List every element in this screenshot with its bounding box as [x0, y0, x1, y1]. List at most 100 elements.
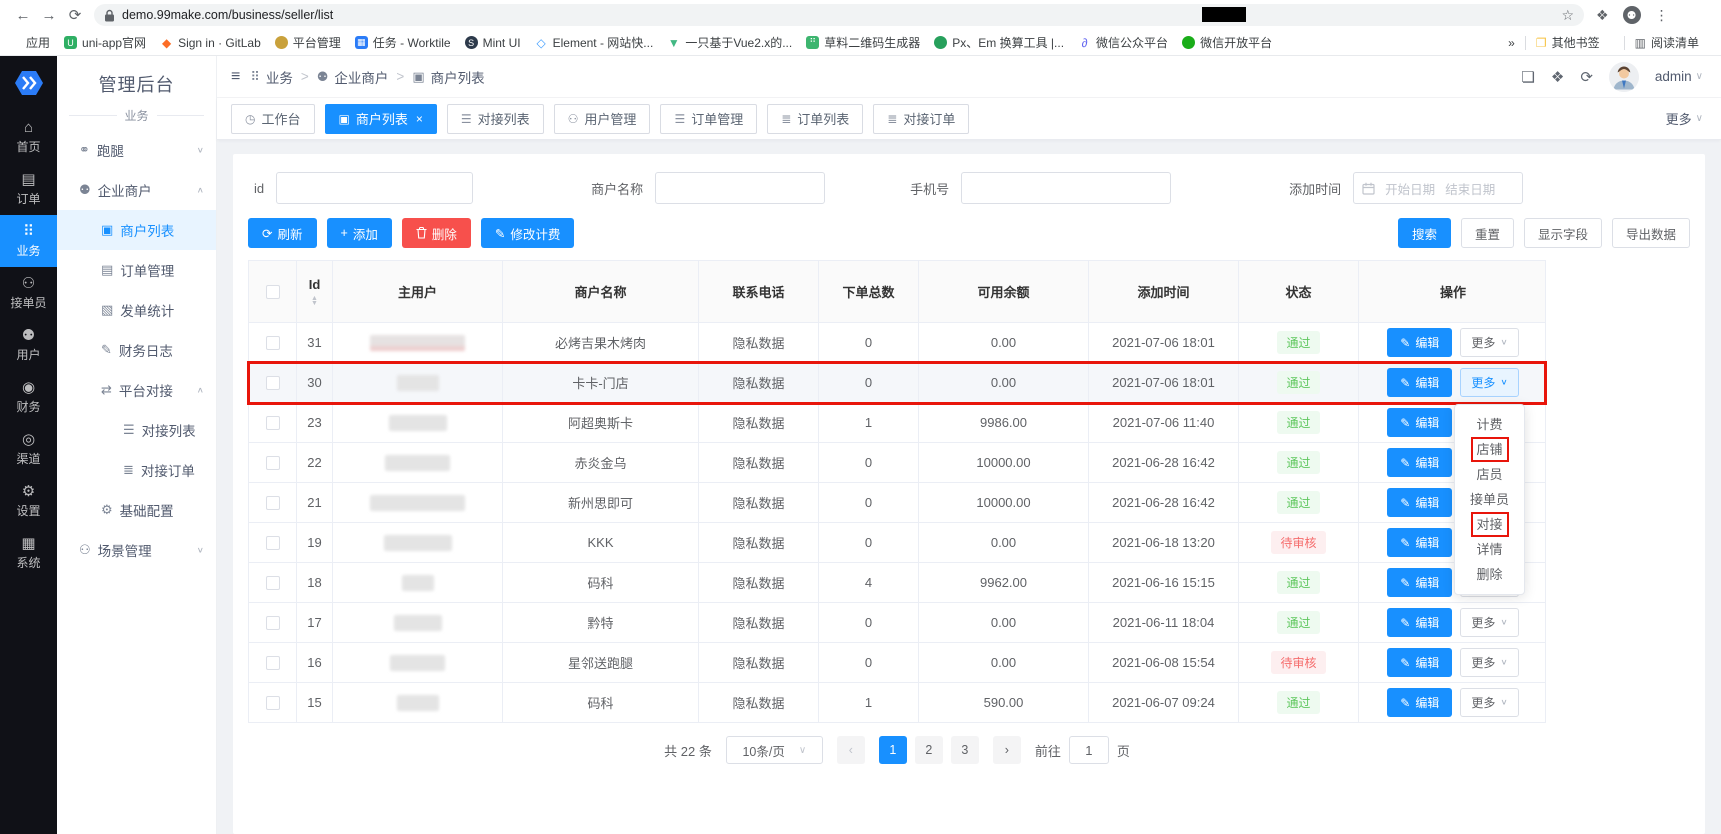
row-checkbox[interactable] — [266, 616, 280, 630]
dropdown-item-对接[interactable]: 对接 — [1455, 512, 1524, 537]
forward-icon[interactable]: → — [36, 7, 62, 24]
sidebar-item-财务日志[interactable]: ✎财务日志 — [57, 330, 216, 370]
row-checkbox[interactable] — [266, 656, 280, 670]
sort-icon[interactable]: ▲▼ — [311, 296, 318, 306]
fullscreen-icon[interactable]: ❏ — [1521, 68, 1534, 86]
bookmark-star-icon[interactable]: ☆ — [1561, 7, 1574, 24]
rail-item-业务[interactable]: ⠿业务 — [0, 215, 57, 267]
row-more-button[interactable]: 更多∨ — [1460, 648, 1518, 677]
row-more-button[interactable]: 更多∨ — [1460, 328, 1518, 357]
bookmark-item[interactable]: ⠛草料二维码生成器 — [806, 34, 920, 51]
bookmark-item[interactable]: ▼一只基于Vue2.x的... — [667, 34, 792, 51]
id-filter-input[interactable] — [276, 172, 473, 204]
dropdown-item-接单员[interactable]: 接单员 — [1455, 487, 1524, 512]
other-bookmarks[interactable]: ❐ 其他书签 — [1536, 34, 1600, 51]
dropdown-item-店铺[interactable]: 店铺 — [1455, 437, 1524, 462]
rail-item-用户[interactable]: ⚉用户 — [0, 319, 57, 371]
show-fields-button[interactable]: 显示字段 — [1524, 218, 1602, 248]
row-edit-button[interactable]: ✎编辑 — [1387, 408, 1452, 437]
row-more-button-open[interactable]: 更多∨ — [1460, 368, 1518, 397]
row-checkbox[interactable] — [266, 456, 280, 470]
tab-用户管理[interactable]: ⚇用户管理 — [554, 104, 651, 134]
sidebar-item-对接订单[interactable]: ≣对接订单 — [57, 450, 216, 490]
bookmark-item[interactable]: 微信开放平台 — [1182, 34, 1272, 51]
page-button-1[interactable]: 1 — [879, 736, 907, 764]
dropdown-item-计费[interactable]: 计费 — [1455, 412, 1524, 437]
bookmark-item[interactable]: ◇Element - 网站快... — [535, 34, 654, 51]
dropdown-item-店员[interactable]: 店员 — [1455, 462, 1524, 487]
goto-page-input[interactable] — [1069, 736, 1109, 764]
back-icon[interactable]: ← — [10, 7, 36, 24]
breadcrumb-item[interactable]: ▣商户列表 — [412, 67, 484, 87]
rail-item-系统[interactable]: ▦系统 — [0, 527, 57, 579]
url-bar[interactable]: demo.99make.com/business/seller/list ☆ — [94, 4, 1584, 26]
select-all-checkbox[interactable] — [266, 285, 280, 299]
phone-filter-input[interactable] — [961, 172, 1171, 204]
rail-item-财务[interactable]: ◉财务 — [0, 371, 57, 423]
reset-button[interactable]: 重置 — [1461, 218, 1514, 248]
tab-工作台[interactable]: ◷工作台 — [231, 104, 315, 134]
row-checkbox[interactable] — [266, 376, 280, 390]
close-icon[interactable]: × — [416, 112, 423, 126]
tabs-more-button[interactable]: 更多 ∨ — [1666, 109, 1703, 128]
bookmark-item[interactable]: Uuni-app官网 — [64, 34, 146, 51]
page-button-2[interactable]: 2 — [915, 736, 943, 764]
bookmarks-overflow-icon[interactable]: » — [1508, 36, 1515, 50]
tab-订单管理[interactable]: ☰订单管理 — [660, 104, 757, 134]
browser-menu-icon[interactable]: ⋮ — [1655, 7, 1669, 24]
export-button[interactable]: 导出数据 — [1612, 218, 1690, 248]
page-size-select[interactable]: 10条/页 ∨ — [726, 736, 823, 764]
sidebar-item-平台对接[interactable]: ⇄平台对接∧ — [57, 370, 216, 410]
sidebar-item-场景管理[interactable]: ⚇场景管理∨ — [57, 530, 216, 570]
row-checkbox[interactable] — [266, 576, 280, 590]
bookmark-item[interactable]: 平台管理 — [275, 34, 341, 51]
sidebar-item-订单管理[interactable]: ▤订单管理 — [57, 250, 216, 290]
rail-item-订单[interactable]: ▤订单 — [0, 163, 57, 215]
prev-page-button[interactable]: ‹ — [837, 736, 865, 764]
bookmark-item[interactable]: ▦任务 - Worktile — [355, 34, 451, 51]
date-range-input[interactable]: 开始日期 结束日期 — [1353, 172, 1523, 204]
sidebar-fold-icon[interactable]: ≡ — [231, 68, 240, 86]
sidebar-item-发单统计[interactable]: ▧发单统计 — [57, 290, 216, 330]
row-checkbox[interactable] — [266, 336, 280, 350]
rail-item-接单员[interactable]: ⚇接单员 — [0, 267, 57, 319]
row-edit-button[interactable]: ✎编辑 — [1387, 368, 1452, 397]
bookmark-item[interactable]: ∂微信公众平台 — [1078, 34, 1168, 51]
tab-对接订单[interactable]: ≣对接订单 — [873, 104, 969, 134]
add-button[interactable]: +添加 — [327, 218, 392, 248]
refresh-button[interactable]: ⟳刷新 — [248, 218, 317, 248]
edit-billing-button[interactable]: ✎修改计费 — [481, 218, 575, 248]
sidebar-item-基础配置[interactable]: ⚙基础配置 — [57, 490, 216, 530]
row-more-button[interactable]: 更多∨ — [1460, 608, 1518, 637]
page-button-3[interactable]: 3 — [951, 736, 979, 764]
tab-订单列表[interactable]: ≣订单列表 — [767, 104, 863, 134]
rail-item-渠道[interactable]: ◎渠道 — [0, 423, 57, 475]
row-more-button[interactable]: 更多∨ — [1460, 688, 1518, 717]
avatar[interactable] — [1609, 62, 1639, 92]
user-menu[interactable]: admin ∨ — [1655, 69, 1703, 84]
merchant-filter-input[interactable] — [655, 172, 825, 204]
row-edit-button[interactable]: ✎编辑 — [1387, 608, 1452, 637]
tab-商户列表[interactable]: ▣商户列表× — [325, 104, 437, 134]
search-button[interactable]: 搜索 — [1398, 218, 1451, 248]
reading-list[interactable]: ▥ 阅读清单 — [1635, 34, 1699, 51]
row-checkbox[interactable] — [266, 696, 280, 710]
breadcrumb-item[interactable]: ⠿业务 — [250, 67, 293, 87]
bookmark-item[interactable]: SMint UI — [465, 36, 521, 50]
row-checkbox[interactable] — [266, 416, 280, 430]
refresh-icon[interactable]: ⟳ — [1580, 68, 1593, 86]
sidebar-item-商户列表[interactable]: ▣商户列表 — [57, 210, 216, 250]
row-edit-button[interactable]: ✎编辑 — [1387, 328, 1452, 357]
sidebar-item-企业商户[interactable]: ⚉企业商户∧ — [57, 170, 216, 210]
profile-icon[interactable]: ⚉ — [1623, 6, 1641, 24]
row-edit-button[interactable]: ✎编辑 — [1387, 528, 1452, 557]
delete-button[interactable]: 删除 — [402, 218, 471, 248]
row-edit-button[interactable]: ✎编辑 — [1387, 568, 1452, 597]
sidebar-item-对接列表[interactable]: ☰对接列表 — [57, 410, 216, 450]
row-checkbox[interactable] — [266, 496, 280, 510]
tab-对接列表[interactable]: ☰对接列表 — [447, 104, 544, 134]
breadcrumb-item[interactable]: ⚉企业商户 — [317, 67, 389, 87]
sidebar-item-跑腿[interactable]: ⚭跑腿∨ — [57, 130, 216, 170]
next-page-button[interactable]: › — [993, 736, 1021, 764]
row-edit-button[interactable]: ✎编辑 — [1387, 648, 1452, 677]
